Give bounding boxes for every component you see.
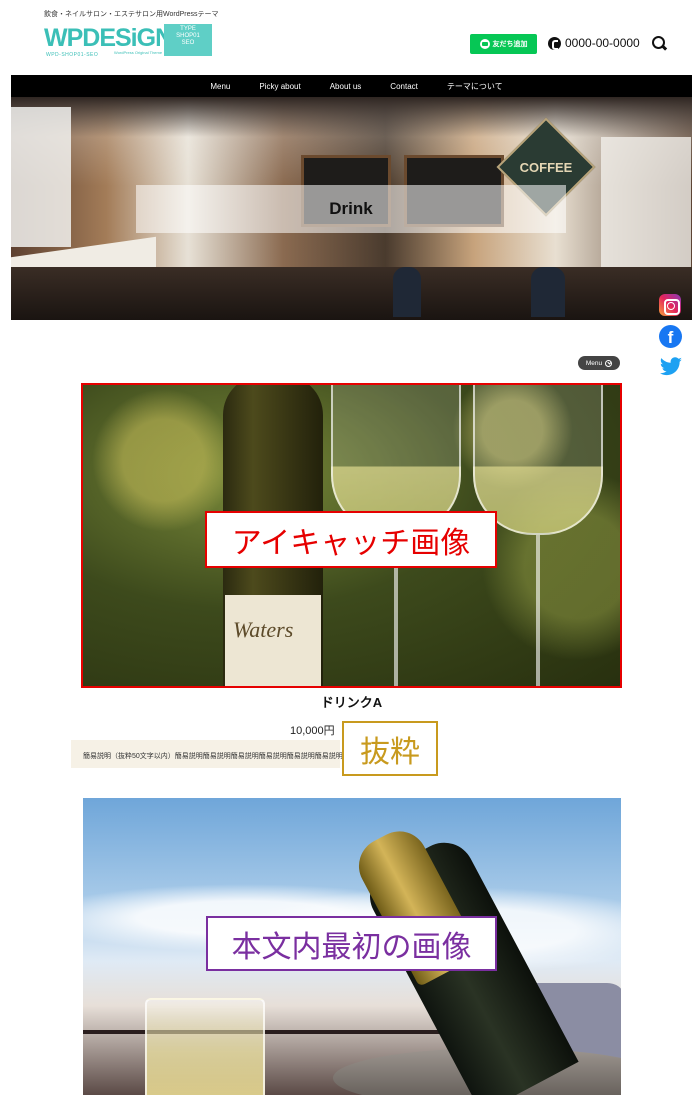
- eyecatch-annotation: アイキャッチ画像: [205, 511, 497, 568]
- hero-title-band: Drink: [136, 185, 566, 233]
- phone-icon: [548, 36, 561, 50]
- site-tagline: 飲食・ネイルサロン・エステサロン用WordPressテーマ: [44, 11, 219, 18]
- hero-banner: COFFEE Drink: [11, 97, 692, 320]
- hero-person: [393, 267, 421, 317]
- hero-ceiling: [11, 97, 692, 137]
- nav-item-theme[interactable]: テーマについて: [447, 81, 503, 92]
- menu-toggle-label: Menu: [585, 359, 603, 367]
- product-price: 10,000円: [290, 725, 335, 737]
- nav-item-menu[interactable]: Menu: [210, 82, 230, 91]
- excerpt-text: 簡易説明（抜粋50文字以内）簡易説明簡易説明簡易説明簡易説明簡易説明簡易説明: [83, 753, 343, 760]
- global-nav: Menu Picky about About us Contact テーマについ…: [11, 75, 692, 97]
- chevron-down-icon: [605, 359, 613, 367]
- site-logo[interactable]: WPDESiGN WPD-SHOP01-SEO WordPress Origin…: [44, 24, 216, 60]
- nav-item-contact[interactable]: Contact: [390, 82, 418, 91]
- eyecatch-bottle-label-text: Waters: [233, 617, 294, 642]
- hero-counter: [11, 267, 692, 320]
- nav-item-about-us[interactable]: About us: [330, 82, 362, 91]
- product-name[interactable]: ドリンクA: [81, 692, 622, 711]
- body-image-champagne-glass: [145, 998, 265, 1095]
- logo-caption: WordPress Original Theme: [114, 50, 163, 55]
- line-icon: [479, 39, 490, 49]
- hero-coffee-sign-text: COFFEE: [519, 160, 573, 175]
- facebook-icon[interactable]: f: [659, 325, 682, 348]
- first-body-image-annotation: 本文内最初の画像: [206, 916, 497, 971]
- hero-window: [11, 107, 71, 247]
- line-add-friend-button[interactable]: 友だち追加: [470, 34, 537, 54]
- hero-window: [601, 137, 691, 287]
- line-button-label: 友だち追加: [492, 41, 528, 48]
- logo-tag-line: TYPE: [180, 26, 196, 32]
- menu-toggle-button[interactable]: Menu: [578, 356, 620, 370]
- excerpt-annotation: 抜粋: [342, 721, 438, 776]
- logo-subtext: WPD-SHOP01-SEO: [46, 52, 99, 58]
- phone-link[interactable]: 0000-00-0000: [548, 36, 640, 50]
- logo-wordmark: WPDESiGN: [44, 24, 173, 52]
- instagram-icon[interactable]: [659, 294, 681, 316]
- nav-item-picky-about[interactable]: Picky about: [259, 82, 300, 91]
- logo-tag-line: SHOP01: [176, 33, 200, 39]
- phone-number: 0000-00-0000: [565, 36, 640, 50]
- twitter-icon[interactable]: [659, 357, 683, 377]
- hero-person: [531, 267, 565, 317]
- search-icon[interactable]: [652, 36, 667, 51]
- page-title: Drink: [329, 199, 373, 218]
- eyecatch-glass-stem: [536, 535, 540, 686]
- logo-tag-badge: TYPE SHOP01 SEO: [164, 24, 212, 56]
- logo-tag-line: SEO: [181, 40, 195, 46]
- twitter-bird-shape: [659, 357, 682, 376]
